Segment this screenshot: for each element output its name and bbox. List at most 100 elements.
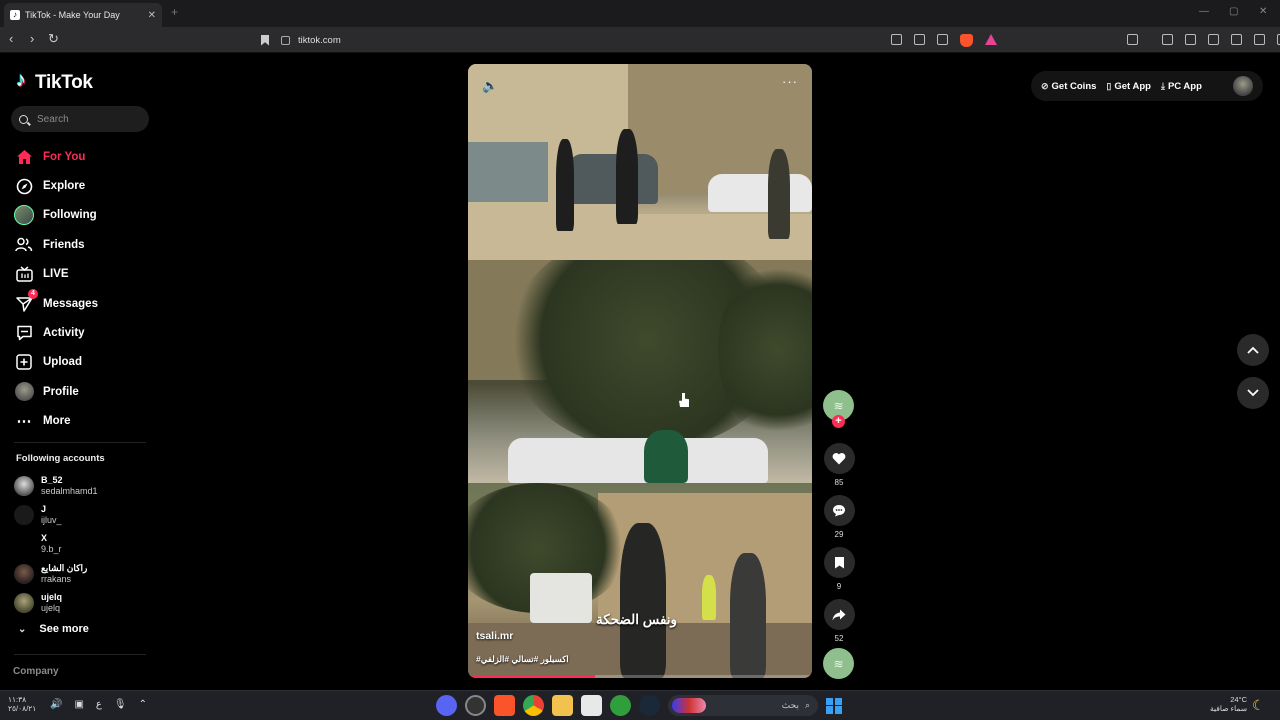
chrome-icon[interactable] bbox=[523, 695, 544, 716]
brave-browser-icon[interactable] bbox=[494, 695, 515, 716]
sidebar-item-for-you[interactable]: For You bbox=[14, 142, 154, 171]
tiktok-logo[interactable]: TikTok bbox=[16, 69, 93, 94]
truck-shape bbox=[530, 573, 592, 623]
sidebar-item-profile[interactable]: Profile bbox=[14, 377, 154, 406]
search-input[interactable]: Search bbox=[11, 106, 149, 132]
wallet-icon[interactable] bbox=[1127, 34, 1138, 45]
user-avatar[interactable] bbox=[1233, 76, 1253, 96]
sidebar-item-following[interactable]: Following bbox=[14, 201, 154, 230]
sidebar-icon[interactable] bbox=[1185, 34, 1196, 45]
url-text[interactable]: tiktok.com bbox=[298, 35, 341, 46]
close-window-button[interactable]: ✕ bbox=[1259, 6, 1267, 17]
like-action: 85 bbox=[823, 443, 855, 487]
obs-icon[interactable] bbox=[465, 695, 486, 716]
media-icon[interactable] bbox=[1162, 34, 1173, 45]
tab-close-icon[interactable]: ✕ bbox=[148, 10, 156, 21]
get-coins-button[interactable]: ⊘ Get Coins bbox=[1041, 81, 1096, 92]
windows-start-icon[interactable] bbox=[826, 697, 842, 714]
account-name: X bbox=[41, 533, 48, 544]
comment-button[interactable] bbox=[823, 495, 855, 526]
chevron-down-icon bbox=[1247, 389, 1259, 397]
ground-shape bbox=[468, 214, 812, 260]
video-player[interactable]: 🔈 ··· ونفس الضحكة tsali.mr #اكسبلور #تسا… bbox=[468, 64, 812, 678]
back-button[interactable]: ‹ bbox=[9, 32, 13, 46]
site-info-icon[interactable] bbox=[281, 35, 290, 45]
sidebar-divider bbox=[14, 654, 146, 655]
save-button[interactable] bbox=[823, 547, 855, 578]
microphone-icon[interactable]: 🎙 bbox=[114, 699, 127, 710]
bookmark-icon[interactable] bbox=[261, 34, 269, 46]
get-app-button[interactable]: ▯ Get App bbox=[1106, 81, 1151, 92]
minimize-button[interactable]: — bbox=[1199, 6, 1209, 17]
account-handle: ijluv_ bbox=[41, 515, 62, 526]
pc-app-label: PC App bbox=[1167, 80, 1202, 92]
taskbar-search[interactable]: بحث ⌕ bbox=[668, 695, 818, 716]
volume-tray-icon[interactable]: 🔊 bbox=[50, 699, 62, 710]
top-right-actions: ⊘ Get Coins ▯ Get App ⤓ PC App bbox=[1031, 71, 1263, 101]
following-account-item[interactable]: راكان الشايع rrakans bbox=[14, 559, 154, 588]
following-account-item[interactable]: X 9.b_r bbox=[14, 530, 154, 559]
xbox-icon[interactable] bbox=[610, 695, 631, 716]
more-options-icon[interactable]: ··· bbox=[782, 74, 798, 89]
file-explorer-icon[interactable] bbox=[552, 695, 573, 716]
network-tray-icon[interactable]: ▣ bbox=[74, 699, 83, 710]
volume-icon[interactable]: 🔈 bbox=[482, 78, 498, 94]
taskbar-clock[interactable]: ١١:٣٨ ٢٥/٠٨/٢١ bbox=[8, 695, 36, 713]
tray-overflow-icon[interactable]: ⌃ bbox=[139, 699, 147, 710]
previous-video-button[interactable] bbox=[1237, 334, 1269, 366]
browser-tab-tiktok[interactable]: ♪ TikTok - Make Your Day ✕ bbox=[4, 3, 162, 27]
sidebar-item-friends[interactable]: Friends bbox=[14, 230, 154, 259]
person-shape bbox=[620, 523, 666, 678]
sidebar-item-label: Following bbox=[43, 209, 97, 222]
compass-icon bbox=[14, 176, 34, 196]
sidebar-item-live[interactable]: LIVE bbox=[14, 260, 154, 289]
more-icon: ⋯ bbox=[16, 413, 32, 431]
new-tab-button[interactable]: + bbox=[171, 5, 178, 19]
share-button[interactable] bbox=[823, 599, 855, 630]
see-more-button[interactable]: ⌄ See more bbox=[18, 623, 89, 635]
share-icon[interactable] bbox=[937, 34, 948, 45]
pc-app-button[interactable]: ⤓ PC App bbox=[1161, 81, 1202, 92]
maximize-button[interactable]: ▢ bbox=[1229, 6, 1238, 17]
video-author[interactable]: tsali.mr bbox=[476, 630, 513, 642]
steam-icon[interactable] bbox=[639, 695, 660, 716]
reload-button[interactable]: ↻ bbox=[48, 32, 59, 46]
account-handle: ujelq bbox=[41, 603, 61, 614]
weather-widget[interactable]: 24°C سماء صافية bbox=[1205, 695, 1247, 713]
person-shape bbox=[768, 149, 790, 239]
sidebar-item-activity[interactable]: Activity bbox=[14, 318, 154, 347]
language-indicator[interactable]: ع bbox=[96, 699, 102, 710]
microsoft-store-icon[interactable] bbox=[581, 695, 602, 716]
music-disc-icon[interactable]: ≋ bbox=[823, 648, 854, 679]
sidebar-item-more[interactable]: ⋯ More bbox=[14, 407, 154, 436]
following-account-item[interactable]: ujelq ujelq bbox=[14, 589, 154, 618]
forward-button[interactable]: › bbox=[30, 32, 34, 46]
next-video-button[interactable] bbox=[1237, 377, 1269, 409]
company-link[interactable]: Company bbox=[13, 666, 59, 677]
person-shape bbox=[616, 129, 638, 224]
see-more-label: See more bbox=[39, 623, 89, 635]
sidebar-item-messages[interactable]: 4 Messages bbox=[14, 288, 154, 318]
brave-shields-icon[interactable] bbox=[960, 34, 973, 47]
video-hashtags[interactable]: #اكسبلور #تسالي #الزلفي bbox=[476, 654, 569, 665]
discord-icon[interactable] bbox=[436, 695, 457, 716]
chevron-down-icon: ⌄ bbox=[18, 623, 27, 635]
video-progress-bar[interactable] bbox=[468, 675, 812, 678]
heart-icon bbox=[832, 453, 846, 465]
brave-rewards-icon[interactable] bbox=[985, 34, 997, 45]
translate-icon[interactable] bbox=[891, 34, 902, 45]
following-account-item[interactable]: J ijluv_ bbox=[14, 500, 154, 529]
follow-plus-icon[interactable]: + bbox=[832, 415, 845, 428]
like-button[interactable] bbox=[823, 443, 855, 474]
sidebar-item-upload[interactable]: Upload bbox=[14, 348, 154, 377]
profile-avatar-icon bbox=[14, 382, 34, 402]
screenshot-icon[interactable] bbox=[914, 34, 925, 45]
leo-ai-icon[interactable] bbox=[1231, 34, 1242, 45]
sidebar-item-explore[interactable]: Explore bbox=[14, 171, 154, 200]
like-count: 85 bbox=[834, 478, 844, 487]
extensions-icon[interactable] bbox=[1208, 34, 1219, 45]
sidebar-item-label: Friends bbox=[43, 238, 85, 251]
address-bar[interactable]: tiktok.com bbox=[256, 30, 1000, 50]
vpn-icon[interactable] bbox=[1254, 34, 1265, 45]
following-account-item[interactable]: B_52 sedalmhamd1 bbox=[14, 471, 154, 500]
